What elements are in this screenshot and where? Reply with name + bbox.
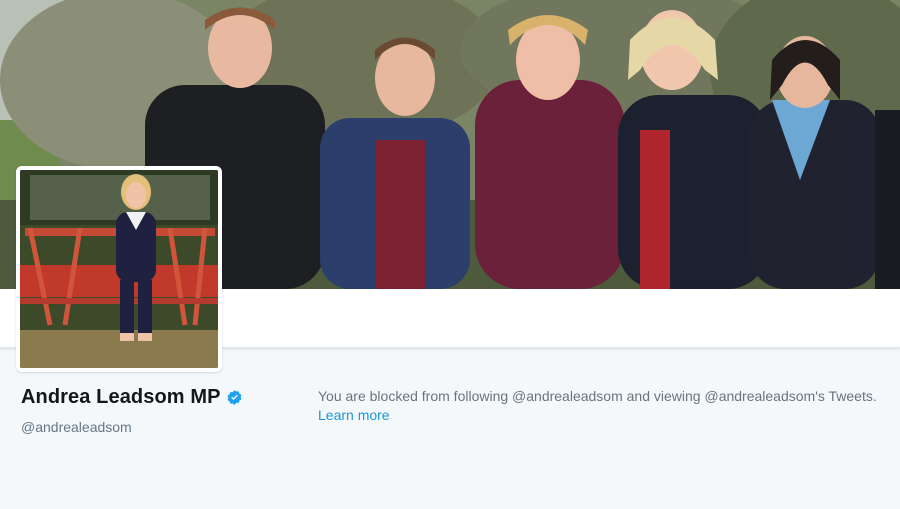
verified-badge-icon (227, 390, 241, 405)
blocked-notice-text: You are blocked from following @andreale… (318, 388, 877, 404)
blocked-notice: You are blocked from following @andreale… (318, 387, 888, 425)
profile-avatar[interactable] (16, 166, 222, 372)
profile-handle[interactable]: @andrealeadsom (21, 419, 132, 435)
avatar-image (20, 170, 218, 368)
profile-name-row: Andrea Leadsom MP (21, 386, 243, 409)
profile-display-name[interactable]: Andrea Leadsom MP (21, 386, 221, 409)
learn-more-link[interactable]: Learn more (318, 406, 888, 425)
